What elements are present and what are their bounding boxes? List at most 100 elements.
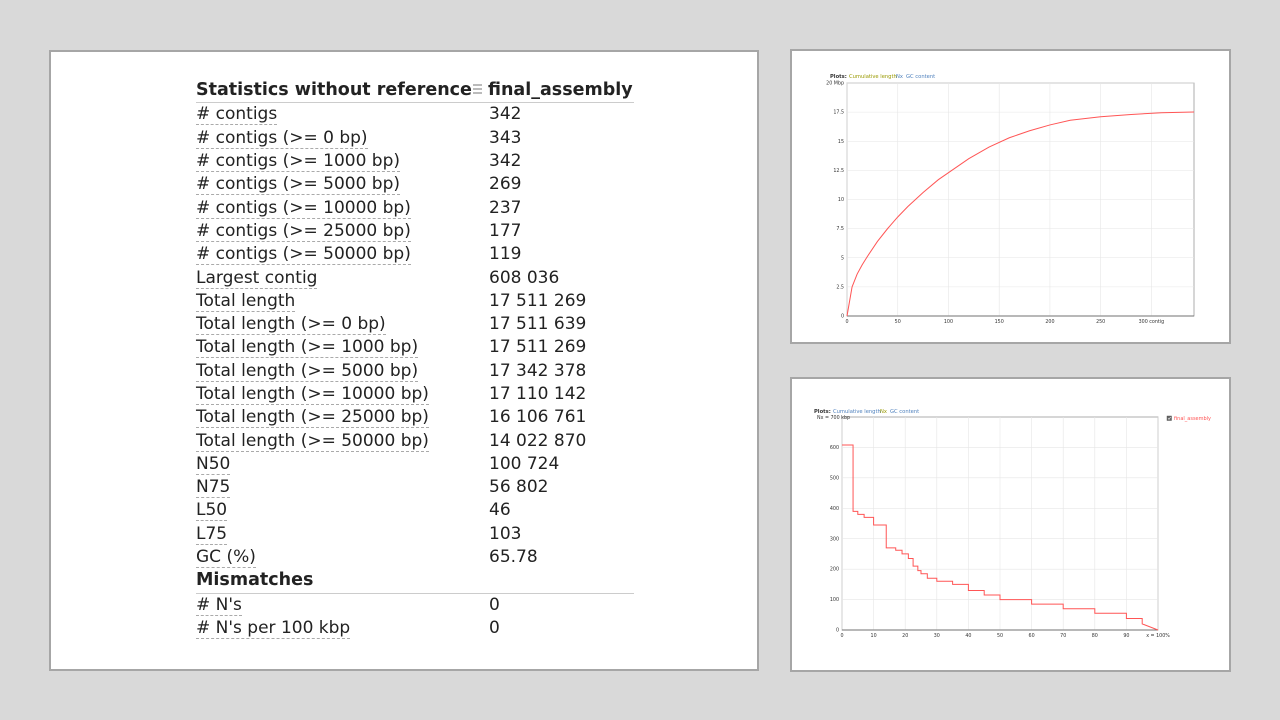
metric-label[interactable]: # contigs (>= 0 bp) — [196, 127, 368, 149]
table-row: Total length (>= 25000 bp) 16 106 761 — [196, 406, 634, 429]
plot-tab-0[interactable]: Cumulative length — [833, 409, 881, 415]
x-tick-label: 60 — [1029, 633, 1035, 639]
metric-label[interactable]: # N's — [196, 594, 242, 616]
mismatches-body: Mismatches # N's 0 # N's per 100 kbp 0 — [196, 569, 634, 640]
metric-label[interactable]: Total length (>= 10000 bp) — [196, 384, 429, 405]
metric-label[interactable]: Total length (>= 50000 bp) — [196, 430, 429, 452]
y-axis-label: Nx = 700 kbp — [817, 415, 850, 421]
x-tick-label: 150 — [995, 319, 1004, 325]
metric-label[interactable]: N50 — [196, 453, 231, 475]
mismatches-title: Mismatches — [196, 569, 634, 594]
metric-value: 17 511 639 — [489, 314, 587, 335]
plots-label: Plots: — [830, 74, 847, 80]
metric-value: 119 — [489, 244, 522, 265]
metric-value: 237 — [489, 197, 522, 218]
x-tick-label: 10 — [871, 633, 877, 639]
row-label-cell: L75 — [196, 523, 489, 546]
y-tick-label: 20 Mbp — [826, 81, 844, 87]
statistics-body: # contigs 342 # contigs (>= 0 bp) 343 # cont… — [196, 103, 634, 569]
y-tick-label: 0 — [841, 314, 844, 320]
y-tick-label: 17.5 — [833, 110, 844, 116]
assembly-column-header[interactable]: final_assembly — [473, 79, 634, 104]
table-row: Total length (>= 10000 bp) 17 110 142 — [196, 383, 634, 406]
table-row: # contigs (>= 10000 bp) 237 — [196, 196, 634, 219]
plot-tab-2[interactable]: GC content — [890, 409, 919, 415]
metric-value: 14 022 870 — [489, 430, 587, 451]
y-tick-label: 600 — [830, 445, 839, 451]
metric-label[interactable]: Largest contig — [196, 267, 318, 289]
row-label-cell: Total length (>= 10000 bp) — [196, 383, 489, 406]
legend-checkbox[interactable] — [1166, 415, 1172, 421]
row-label-cell: Total length (>= 1000 bp) — [196, 336, 489, 359]
drag-handle-icon[interactable] — [473, 84, 482, 97]
x-tick-label: 200 — [1045, 319, 1054, 325]
metric-value: 177 — [489, 220, 522, 241]
metric-label[interactable]: Total length (>= 1000 bp) — [196, 337, 419, 359]
metric-label[interactable]: N75 — [196, 477, 231, 499]
legend[interactable]: final_assembly — [1166, 415, 1211, 422]
metric-label[interactable]: Total length (>= 5000 bp) — [196, 360, 419, 382]
x-tick-label: 20 — [902, 633, 908, 639]
table-row: # contigs (>= 25000 bp) 177 — [196, 220, 634, 243]
row-label-cell: L50 — [196, 499, 489, 522]
table-row: L50 46 — [196, 499, 634, 522]
metric-label[interactable]: L75 — [196, 523, 228, 545]
metric-value: 103 — [489, 523, 522, 544]
metric-label[interactable]: # contigs — [196, 104, 278, 126]
y-tick-label: 15 — [838, 139, 844, 145]
y-tick-label: 7.5 — [836, 226, 844, 232]
x-tick-label: 30 — [934, 633, 940, 639]
metric-label[interactable]: # contigs (>= 5000 bp) — [196, 174, 401, 196]
metric-label[interactable]: # contigs (>= 25000 bp) — [196, 220, 411, 242]
metric-value: 16 106 761 — [489, 407, 587, 428]
plot-tab-1[interactable]: Nx — [896, 74, 903, 80]
table-row: N75 56 802 — [196, 476, 634, 499]
y-tick-label: 200 — [830, 567, 839, 573]
table-row: L75 103 — [196, 523, 634, 546]
plot-tab-0[interactable]: Cumulative length — [849, 74, 897, 80]
metric-label[interactable]: Total length (>= 0 bp) — [196, 314, 386, 336]
table-row: Total length (>= 1000 bp) 17 511 269 — [196, 336, 634, 359]
row-label-cell: Total length (>= 50000 bp) — [196, 429, 489, 452]
table-row: Total length (>= 0 bp) 17 511 639 — [196, 313, 634, 336]
table-row: # contigs (>= 5000 bp) 269 — [196, 173, 634, 196]
table-row: Total length (>= 5000 bp) 17 342 378 — [196, 360, 634, 383]
row-label-cell: # N's — [196, 593, 489, 617]
metric-value: 46 — [489, 500, 511, 521]
row-label-cell: N75 — [196, 476, 489, 499]
x-tick-label: x = 100% — [1146, 633, 1170, 639]
metric-label[interactable]: L50 — [196, 500, 228, 522]
table-row: Total length 17 511 269 — [196, 290, 634, 313]
metric-value: 608 036 — [489, 267, 560, 288]
table-row: # N's 0 — [196, 593, 634, 617]
table-header-row: Statistics without reference final_assem… — [196, 79, 634, 104]
metric-label[interactable]: Total length (>= 25000 bp) — [196, 407, 429, 429]
row-label-cell: Total length (>= 0 bp) — [196, 313, 489, 336]
x-tick-label: 70 — [1060, 633, 1066, 639]
x-tick-label: 80 — [1092, 633, 1098, 639]
cumulative-length-panel: Plots: Cumulative length Nx GC content 0 50 10… — [790, 49, 1231, 344]
metric-value: 100 724 — [489, 453, 560, 474]
metric-label[interactable]: # contigs (>= 50000 bp) — [196, 244, 411, 266]
cumulative-length-chart: Plots: Cumulative length Nx GC content 0 50 10… — [826, 74, 1195, 325]
y-tick-label: 12.5 — [833, 168, 844, 174]
x-tick-label: 50 — [895, 319, 901, 325]
legend-label: final_assembly — [1174, 416, 1211, 422]
metric-label[interactable]: GC (%) — [196, 547, 256, 569]
metric-value: 17 342 378 — [489, 360, 587, 381]
table-row: Total length (>= 50000 bp) 14 022 870 — [196, 429, 634, 452]
y-tick-label: 500 — [830, 475, 839, 481]
plot-tab-2[interactable]: GC content — [906, 74, 935, 80]
row-label-cell: # contigs — [196, 103, 489, 127]
row-label-cell: N50 — [196, 453, 489, 476]
plot-tab-1[interactable]: Nx — [880, 409, 887, 415]
y-tick-label: 10 — [838, 197, 844, 203]
metric-label[interactable]: # N's per 100 kbp — [196, 617, 351, 639]
metric-label[interactable]: # contigs (>= 1000 bp) — [196, 151, 401, 173]
row-label-cell: Total length (>= 5000 bp) — [196, 360, 489, 383]
metric-label[interactable]: # contigs (>= 10000 bp) — [196, 197, 411, 219]
table-row: # N's per 100 kbp 0 — [196, 617, 634, 640]
table-row: # contigs 342 — [196, 103, 634, 127]
metric-label[interactable]: Total length — [196, 290, 296, 312]
metric-value: 17 511 269 — [489, 290, 587, 311]
